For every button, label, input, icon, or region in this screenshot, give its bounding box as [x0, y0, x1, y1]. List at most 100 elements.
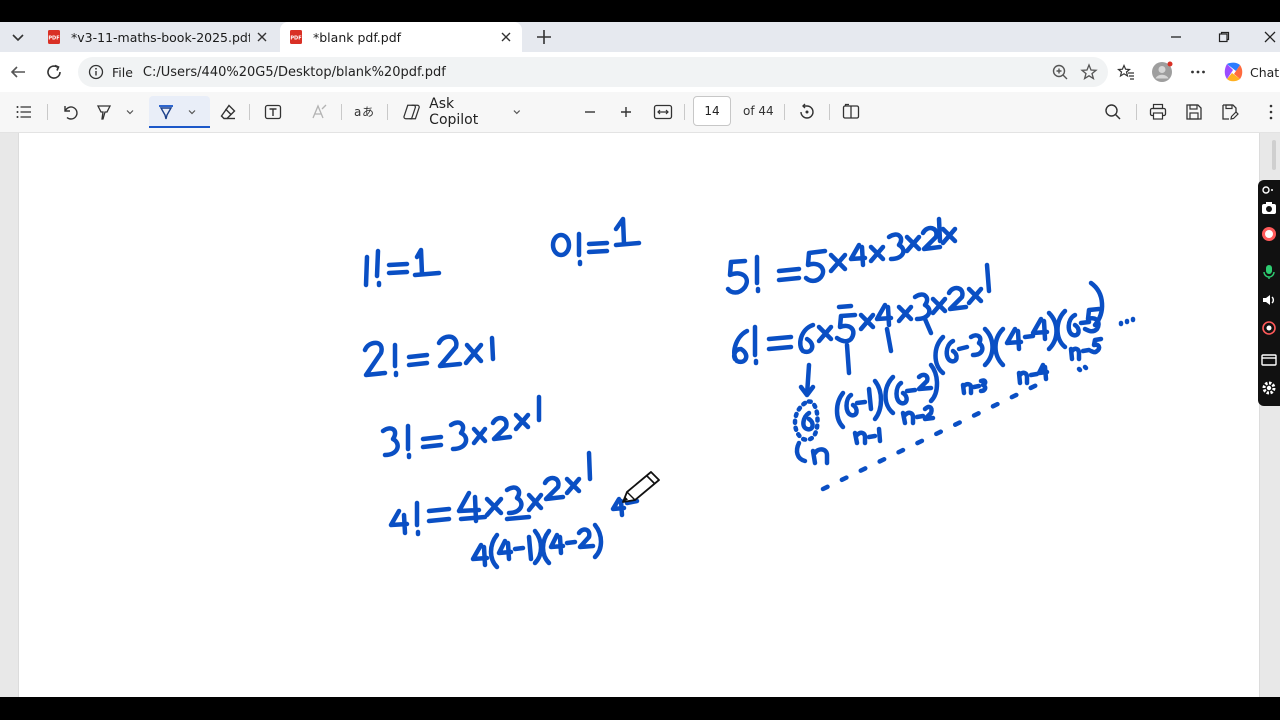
add-text-icon[interactable] [261, 100, 285, 124]
ink-stroke [794, 440, 808, 464]
read-aloud-icon[interactable]: aあ [352, 100, 376, 124]
link-icon[interactable] [1261, 182, 1277, 198]
ink-stroke [834, 390, 846, 430]
draw-tool-active-indicator [149, 126, 210, 128]
save-as-icon[interactable] [1218, 100, 1242, 124]
profile-avatar-icon[interactable] [1150, 60, 1174, 84]
camera-icon[interactable] [1261, 200, 1277, 216]
ink-stroke [586, 450, 593, 482]
svg-text:あ: あ [362, 105, 374, 119]
webcam-icon[interactable] [1261, 320, 1277, 336]
microphone-icon[interactable] [1261, 264, 1277, 280]
ask-copilot-button[interactable]: Ask Copilot [402, 96, 522, 128]
zoom-icon[interactable] [1048, 60, 1072, 84]
draw-options-chevron-icon[interactable] [184, 100, 200, 124]
copilot-icon [1224, 62, 1243, 82]
fit-width-icon[interactable] [651, 100, 675, 124]
ink-stroke [1022, 333, 1036, 340]
ink-stroke [866, 426, 883, 444]
ink-stroke [374, 248, 381, 279]
ink-stroke [854, 399, 868, 406]
copilot-chat-button[interactable]: Chat [1222, 59, 1279, 85]
page-view-icon[interactable] [839, 100, 863, 124]
zoom-out-icon[interactable] [578, 100, 602, 124]
url-text[interactable]: C:/Users/440%20G5/Desktop/blank%20pdf.pd… [143, 65, 446, 80]
ink-stroke [844, 392, 859, 418]
close-tab-icon[interactable] [494, 25, 518, 49]
ink-stroke [928, 362, 940, 404]
ink-stroke [956, 344, 970, 352]
highlight-icon[interactable] [92, 100, 116, 124]
address-bar[interactable]: File C:/Users/440%20G5/Desktop/blank%20p… [78, 57, 1108, 87]
ink-stroke [884, 326, 894, 354]
more-options-icon[interactable] [1186, 60, 1210, 84]
ink-stroke [803, 248, 828, 284]
minimize-icon[interactable] [1164, 25, 1188, 49]
ink-stroke [844, 342, 852, 376]
record-icon[interactable] [1261, 226, 1277, 242]
eraser-icon[interactable] [216, 100, 240, 124]
ink-stroke [776, 266, 802, 283]
overflow-more-icon[interactable] [1262, 100, 1280, 124]
undo-icon[interactable] [58, 100, 82, 124]
ink-stroke [550, 232, 572, 258]
ink-stroke [971, 378, 988, 394]
scrollbar-thumb[interactable] [1272, 140, 1276, 170]
ink-stroke [914, 404, 936, 422]
page-number-input[interactable] [693, 96, 731, 126]
toolbar-divider [341, 104, 342, 120]
ink-stroke [388, 508, 410, 536]
tab-maths-book[interactable]: PDF *v3-11-maths-book-2025.pdf [38, 22, 278, 52]
info-icon[interactable] [88, 64, 104, 80]
ink-stroke [900, 410, 916, 426]
ink-stroke [984, 262, 992, 294]
ink-stroke [1118, 316, 1136, 327]
save-icon[interactable] [1182, 100, 1206, 124]
rotate-icon[interactable] [795, 100, 819, 124]
tab-actions-chevron-icon[interactable] [6, 25, 30, 49]
restore-icon[interactable] [1212, 25, 1236, 49]
gear-icon[interactable] [1261, 380, 1277, 396]
pdf-viewport[interactable] [0, 133, 1280, 697]
tab-title: *blank pdf.pdf [313, 29, 402, 45]
toolbar-divider [829, 104, 830, 120]
speaker-icon[interactable] [1261, 292, 1277, 308]
ink-stroke [380, 426, 400, 458]
ink-stroke [362, 340, 388, 378]
print-icon[interactable] [1146, 100, 1170, 124]
favorite-star-icon[interactable] [1077, 60, 1101, 84]
contents-list-icon[interactable] [12, 100, 36, 124]
pdf-page[interactable] [18, 133, 1260, 697]
ink-stroke [496, 538, 514, 562]
ink-stroke [1066, 312, 1081, 338]
ink-stroke [944, 338, 959, 364]
back-arrow-icon[interactable] [6, 60, 30, 84]
ink-stroke [982, 326, 995, 368]
ink-stroke [766, 334, 794, 352]
ink-stroke [834, 312, 858, 344]
refresh-icon[interactable] [42, 60, 66, 84]
close-tab-icon[interactable] [250, 25, 274, 49]
new-tab-icon[interactable] [532, 25, 556, 49]
tab-blank-pdf[interactable]: PDF *blank pdf.pdf [280, 22, 522, 52]
ink-stroke [810, 447, 830, 466]
zoom-in-icon[interactable] [614, 100, 638, 124]
ink-stroke [564, 539, 578, 546]
search-icon[interactable] [1101, 100, 1125, 124]
ink-stroke [858, 312, 876, 332]
ink-stroke [576, 527, 596, 550]
favorites-icon[interactable] [1114, 60, 1138, 84]
ink-stroke [512, 545, 526, 552]
close-window-icon[interactable] [1260, 25, 1280, 49]
ink-stroke [732, 328, 750, 365]
ink-stroke [828, 252, 848, 274]
window-icon[interactable] [1261, 352, 1277, 368]
ink-stroke [513, 412, 531, 432]
draw-icon[interactable] [154, 100, 178, 124]
ink-stroke [1004, 326, 1024, 352]
toolbar-divider [249, 104, 250, 120]
ink-stroke [936, 216, 943, 244]
highlight-options-chevron-icon[interactable] [122, 100, 138, 124]
copilot-outline-icon [403, 104, 420, 120]
ink-stroke [542, 475, 566, 502]
